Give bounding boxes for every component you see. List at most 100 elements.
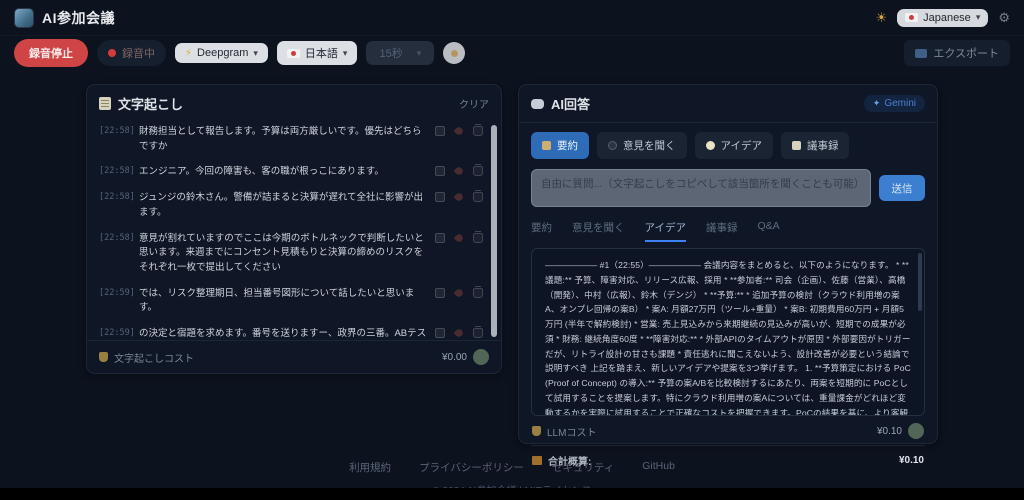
trash-icon[interactable] [473, 285, 483, 298]
transcript-list: [22:58] 財務担当として報告します。予算は両方厳しいです。優先はどちらです… [87, 122, 501, 340]
transcript-cost-row: 文字起こしコスト ¥0.00 [87, 340, 501, 373]
quick-button-idea[interactable]: アイデア [694, 132, 773, 159]
theme-toggle-icon[interactable]: ☀ [875, 11, 887, 24]
record-dot-icon [108, 49, 116, 57]
bar-chart-icon [532, 456, 542, 465]
transcript-panel: 文字起こし クリア [22:58] 財務担当として報告します。予算は両方厳しいで… [86, 84, 502, 374]
transcript-entry: [22:58] 意見が割れていますのでここは今期のボトルネックで判断したいと思い… [99, 230, 483, 276]
money-bag-icon [532, 426, 541, 436]
footer-link-terms[interactable]: 利用規約 [349, 460, 391, 475]
tab-summary[interactable]: 要約 [531, 220, 552, 242]
transcript-scrollbar[interactable] [491, 125, 497, 337]
chevron-down-icon: ▾ [342, 47, 348, 58]
japan-flag-icon [905, 13, 919, 22]
timestamp: [22:58] [99, 192, 135, 203]
timestamp: [22:58] [99, 126, 135, 136]
pin-icon[interactable] [453, 327, 465, 339]
note-icon [791, 141, 801, 150]
japan-flag-icon [286, 48, 300, 58]
transcript-cost-label-group: 文字起こしコスト [99, 350, 194, 365]
bottom-black-strip [0, 488, 1024, 500]
memo-icon [99, 97, 111, 110]
settings-gear-icon[interactable]: ⚙ [998, 11, 1010, 24]
transcript-title-label: 文字起こし [118, 97, 184, 112]
engine-selector[interactable]: ⚡ Deepgram ▾ [175, 43, 268, 63]
send-button[interactable]: 送信 [879, 175, 925, 201]
stop-recording-button[interactable]: 録音停止 [14, 39, 88, 67]
app-header: AI参加会議 ☀ Japanese ▾ ⚙ [0, 0, 1024, 36]
transcript-text: 財務担当として報告します。予算は両方厳しいです。優先はどちらですか [139, 126, 422, 152]
quick-button-minutes[interactable]: 議事録 [780, 132, 850, 159]
copy-icon[interactable] [435, 287, 445, 298]
ui-language-selector[interactable]: Japanese ▾ [897, 8, 989, 27]
transcript-text: 意見が割れていますのでここは今期のボトルネックで判断したいと思います。来週までに… [139, 232, 424, 274]
tab-qa[interactable]: Q&A [757, 220, 779, 242]
copy-icon[interactable] [435, 232, 445, 243]
interval-selector[interactable]: 15秒 ▾ [366, 41, 435, 65]
timestamp: [22:59] [99, 287, 135, 298]
footer-link-github[interactable]: GitHub [642, 460, 675, 475]
question-input[interactable] [531, 169, 871, 207]
transcript-text: ジュンジの鈴木さん。警備が詰まると決算が遅れて全社に影響が出ます。 [139, 192, 424, 218]
transcript-entry: [22:58] ジュンジの鈴木さん。警備が詰まると決算が遅れて全社に影響が出ます… [99, 190, 483, 220]
pin-icon[interactable] [453, 232, 465, 243]
transcript-entry: [22:59] の決定と宿題を求めます。番号を送りますー、政界の三番。ABテスト… [99, 326, 483, 340]
clear-button[interactable]: クリア [459, 96, 489, 111]
transcript-text: の決定と宿題を求めます。番号を送りますー、政界の三番。ABテストの比較 [139, 328, 427, 340]
recording-status-badge: 録音中 [97, 40, 166, 66]
ai-panel-title: AI回答 [531, 94, 590, 113]
copy-icon[interactable] [435, 126, 445, 136]
lightning-icon: ⚡ [185, 47, 193, 59]
trash-icon[interactable] [473, 124, 483, 136]
tab-minutes[interactable]: 議事録 [706, 220, 738, 242]
content-scrollbar[interactable] [918, 253, 922, 311]
pin-icon[interactable] [453, 287, 465, 299]
export-button[interactable]: エクスポート [904, 40, 1010, 66]
speech-language-selector[interactable]: 日本語 ▾ [276, 41, 358, 65]
pin-icon[interactable] [453, 125, 465, 137]
tab-idea[interactable]: アイデア [644, 220, 686, 242]
money-bag-icon [99, 352, 108, 362]
audio-test-button[interactable] [443, 42, 466, 64]
timestamp: [22:59] [99, 328, 135, 339]
footer-link-privacy[interactable]: プライバシーポリシー [419, 460, 524, 475]
quick-button-label: アイデア [720, 140, 762, 152]
quick-button-opinion[interactable]: 意見を聞く [597, 132, 687, 159]
transcript-text: では、リスク整理期日、担当番号図形について話したいと思います。 [139, 287, 415, 314]
app-logo-icon [14, 7, 34, 28]
transcript-entry: [22:59] では、リスク整理期日、担当番号図形について話したいと思います。 [99, 285, 483, 316]
copy-icon[interactable] [435, 166, 445, 177]
total-cost-value: ¥0.10 [898, 455, 924, 466]
transcript-text: エンジニア。今回の障害も、客の職が根っこにあります。 [139, 166, 384, 178]
ai-answer-text: ―――――― #1（22:55）―――――― 会議内容をまとめると、以下のように… [545, 260, 911, 416]
sparkle-icon: ✦ [872, 98, 881, 108]
transcript-panel-title: 文字起こし [99, 94, 183, 113]
interval-value: 15秒 [379, 48, 403, 60]
trash-icon[interactable] [473, 164, 483, 177]
trash-icon[interactable] [473, 190, 483, 203]
chevron-down-icon: ▾ [253, 47, 258, 58]
engine-value: Deepgram [197, 47, 249, 59]
quick-button-summary[interactable]: 要約 [531, 132, 589, 159]
transcript-cost-label: 文字起こしコスト [114, 353, 194, 365]
copy-icon[interactable] [435, 192, 445, 203]
quick-button-label: 要約 [557, 140, 578, 152]
chevron-down-icon: ▾ [975, 12, 981, 22]
model-badge-label: Gemini [884, 98, 916, 109]
transcript-cost-value: ¥0.00 [441, 351, 467, 363]
app-title: AI参加会議 [42, 9, 115, 26]
pin-icon[interactable] [453, 166, 465, 177]
provider-badge [908, 423, 924, 439]
copy-icon[interactable] [435, 328, 445, 339]
recording-status-label: 録音中 [122, 48, 155, 60]
trash-icon[interactable] [473, 326, 483, 339]
tab-opinion[interactable]: 意見を聞く [572, 220, 625, 242]
model-badge: ✦ Gemini [863, 95, 925, 112]
provider-badge [473, 349, 489, 365]
clipboard-icon [542, 141, 551, 150]
export-label: エクスポート [933, 48, 999, 60]
chat-bubble-icon [531, 98, 544, 109]
footer-link-security[interactable]: セキュリティ [552, 460, 614, 475]
trash-icon[interactable] [473, 230, 483, 243]
pin-icon[interactable] [453, 191, 465, 203]
